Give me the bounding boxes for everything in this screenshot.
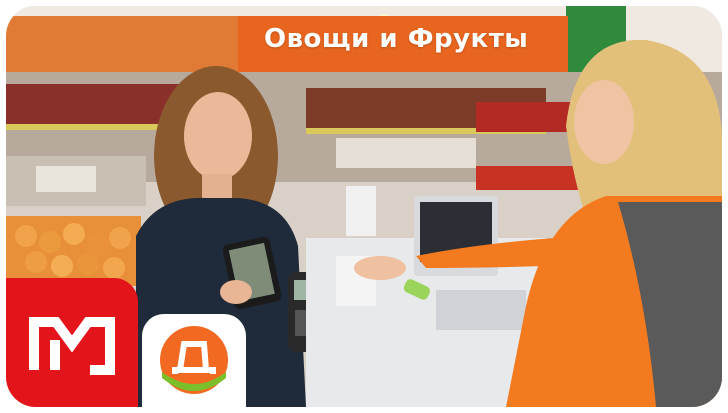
dixy-logo-card: [142, 314, 246, 407]
cashier-hand: [354, 256, 406, 280]
dixy-d-icon: [160, 326, 228, 394]
customer-hand: [220, 280, 252, 304]
left-orange-header: [6, 16, 238, 72]
produce-box: [36, 166, 96, 192]
tomatoes: [476, 166, 586, 190]
photo-frame: Овощи и Фрукты: [6, 6, 722, 407]
customer-neck: [202, 174, 232, 202]
store-sign-text: Овощи и Фрукты: [264, 24, 529, 54]
keyboard: [436, 290, 526, 330]
cashier-face: [574, 80, 634, 164]
produce-crate: [336, 138, 476, 168]
magnit-m-icon: [29, 317, 115, 375]
customer-face: [184, 92, 252, 180]
tomatoes: [476, 102, 576, 132]
magnit-logo: [6, 278, 138, 407]
customer-display: [346, 186, 376, 236]
